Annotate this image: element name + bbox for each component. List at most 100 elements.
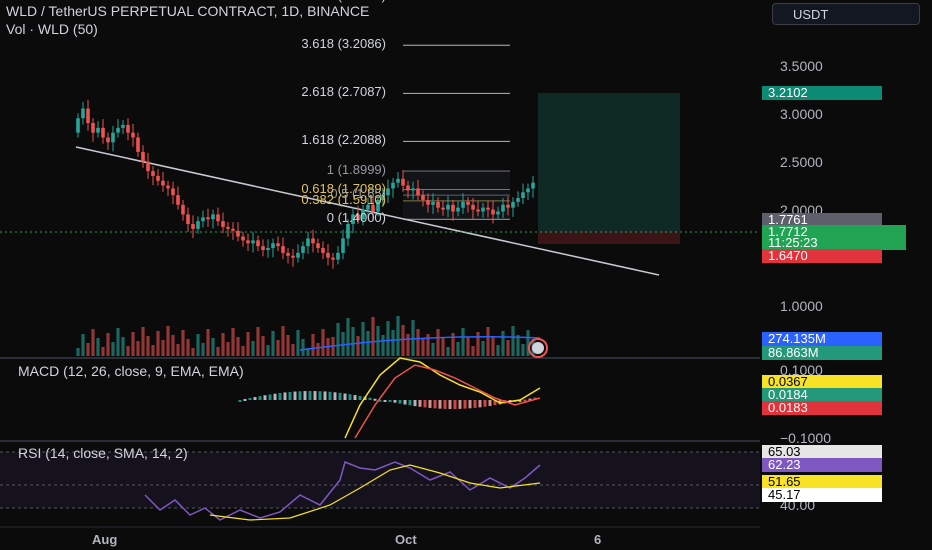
volume-bar — [136, 341, 140, 356]
price-tick: 3.5000 — [780, 58, 823, 74]
volume-bar — [206, 329, 210, 356]
volume-bar — [506, 340, 510, 356]
candle-body — [121, 124, 125, 128]
macd-histogram-bar — [448, 400, 452, 409]
volume-bar — [496, 345, 500, 356]
macd-histogram-bar — [453, 400, 457, 409]
axis-price-badge: 3.2102 — [762, 86, 882, 100]
volume-bar — [121, 337, 125, 356]
volume-bar — [401, 325, 405, 356]
volume-bar — [296, 330, 300, 356]
candle-body — [101, 127, 105, 138]
candle-body — [236, 230, 240, 237]
volume-label: Vol · WLD (50) — [6, 21, 98, 37]
volume-bar — [491, 336, 495, 356]
candle-body — [346, 224, 350, 239]
fib-label: 1 (1.8999) — [326, 162, 386, 178]
macd-histogram-bar — [258, 396, 262, 400]
candle-body — [491, 209, 495, 215]
candle-body — [271, 243, 275, 249]
candle-body — [441, 207, 445, 210]
axis-price-badge: 86.863M — [762, 346, 882, 360]
time-label-oct: Oct — [395, 532, 417, 547]
macd-histogram-bar — [328, 391, 332, 400]
axis-price-badge: 0.0183 — [762, 401, 882, 415]
macd-histogram-bar — [288, 391, 292, 400]
macd-histogram-bar — [463, 400, 467, 409]
candle-body — [461, 201, 465, 208]
volume-bar — [191, 348, 195, 356]
candle-body — [106, 137, 110, 143]
volume-bar — [251, 341, 255, 356]
candle-body — [241, 236, 245, 241]
volume-bar — [346, 318, 350, 356]
fib-label: 0.382 (1.5910) — [301, 191, 386, 207]
volume-bar — [356, 336, 360, 356]
candle-body — [306, 238, 310, 247]
currency-button[interactable]: USDT — [772, 3, 920, 25]
candle-body — [311, 238, 315, 244]
fib-label: 4.618 (3.7085) — [301, 0, 386, 3]
macd-histogram-bar — [268, 394, 272, 400]
candle-body — [281, 246, 285, 253]
axis-price-badge: 1.6470 — [762, 249, 882, 263]
volume-bar — [281, 326, 285, 356]
price-tick: 2.5000 — [780, 154, 823, 170]
candle-body — [426, 199, 430, 205]
candle-body — [416, 188, 420, 196]
candle-body — [151, 171, 155, 176]
candle-body — [131, 132, 135, 138]
candle-body — [291, 255, 295, 258]
candle-body — [176, 195, 180, 205]
candle-body — [486, 207, 490, 210]
fib-label: 1.618 (2.2088) — [301, 132, 386, 148]
candle-body — [336, 252, 340, 260]
candle-body — [286, 252, 290, 256]
candle-body — [501, 204, 505, 212]
candle-body — [256, 240, 260, 247]
macd-histogram-bar — [488, 400, 492, 406]
macd-histogram-bar — [418, 400, 422, 407]
candle-body — [186, 214, 190, 225]
candle-body — [191, 224, 195, 229]
candle-body — [431, 201, 435, 205]
candle-body — [446, 204, 450, 210]
volume-bar — [351, 327, 355, 356]
volume-bar — [236, 337, 240, 356]
macd-histogram-bar — [238, 400, 242, 402]
macd-histogram-bar — [278, 393, 282, 400]
volume-bar — [431, 343, 435, 356]
volume-bar — [76, 348, 80, 356]
volume-bar — [476, 332, 480, 356]
candle-body — [511, 201, 515, 208]
volume-bar — [421, 338, 425, 356]
macd-histogram-bar — [343, 393, 347, 400]
macd-histogram-bar — [413, 400, 417, 407]
macd-histogram-bar — [318, 391, 322, 400]
currency-button-label: USDT — [793, 6, 829, 22]
macd-histogram-bar — [428, 400, 432, 408]
macd-histogram-bar — [458, 400, 462, 409]
volume-bar — [276, 340, 280, 356]
time-label-aug: Aug — [92, 532, 118, 547]
candle-body — [396, 178, 400, 183]
macd-histogram-bar — [438, 400, 442, 409]
volume-bar — [231, 328, 235, 356]
candle-body — [506, 204, 510, 208]
macd-histogram-bar — [313, 391, 317, 400]
volume-bar — [461, 328, 465, 356]
candle-body — [166, 185, 170, 189]
candle-body — [386, 188, 390, 196]
macd-histogram-bar — [403, 400, 407, 405]
macd-histogram-bar — [338, 392, 342, 400]
candle-body — [171, 188, 175, 196]
volume-bar — [511, 326, 515, 356]
volume-bar — [341, 332, 345, 356]
candle-body — [391, 182, 395, 189]
candle-body — [196, 221, 200, 229]
volume-bar — [216, 347, 220, 356]
candle-body — [206, 217, 210, 220]
candle-body — [331, 257, 335, 260]
candle-body — [261, 246, 265, 251]
volume-bar — [451, 333, 455, 356]
